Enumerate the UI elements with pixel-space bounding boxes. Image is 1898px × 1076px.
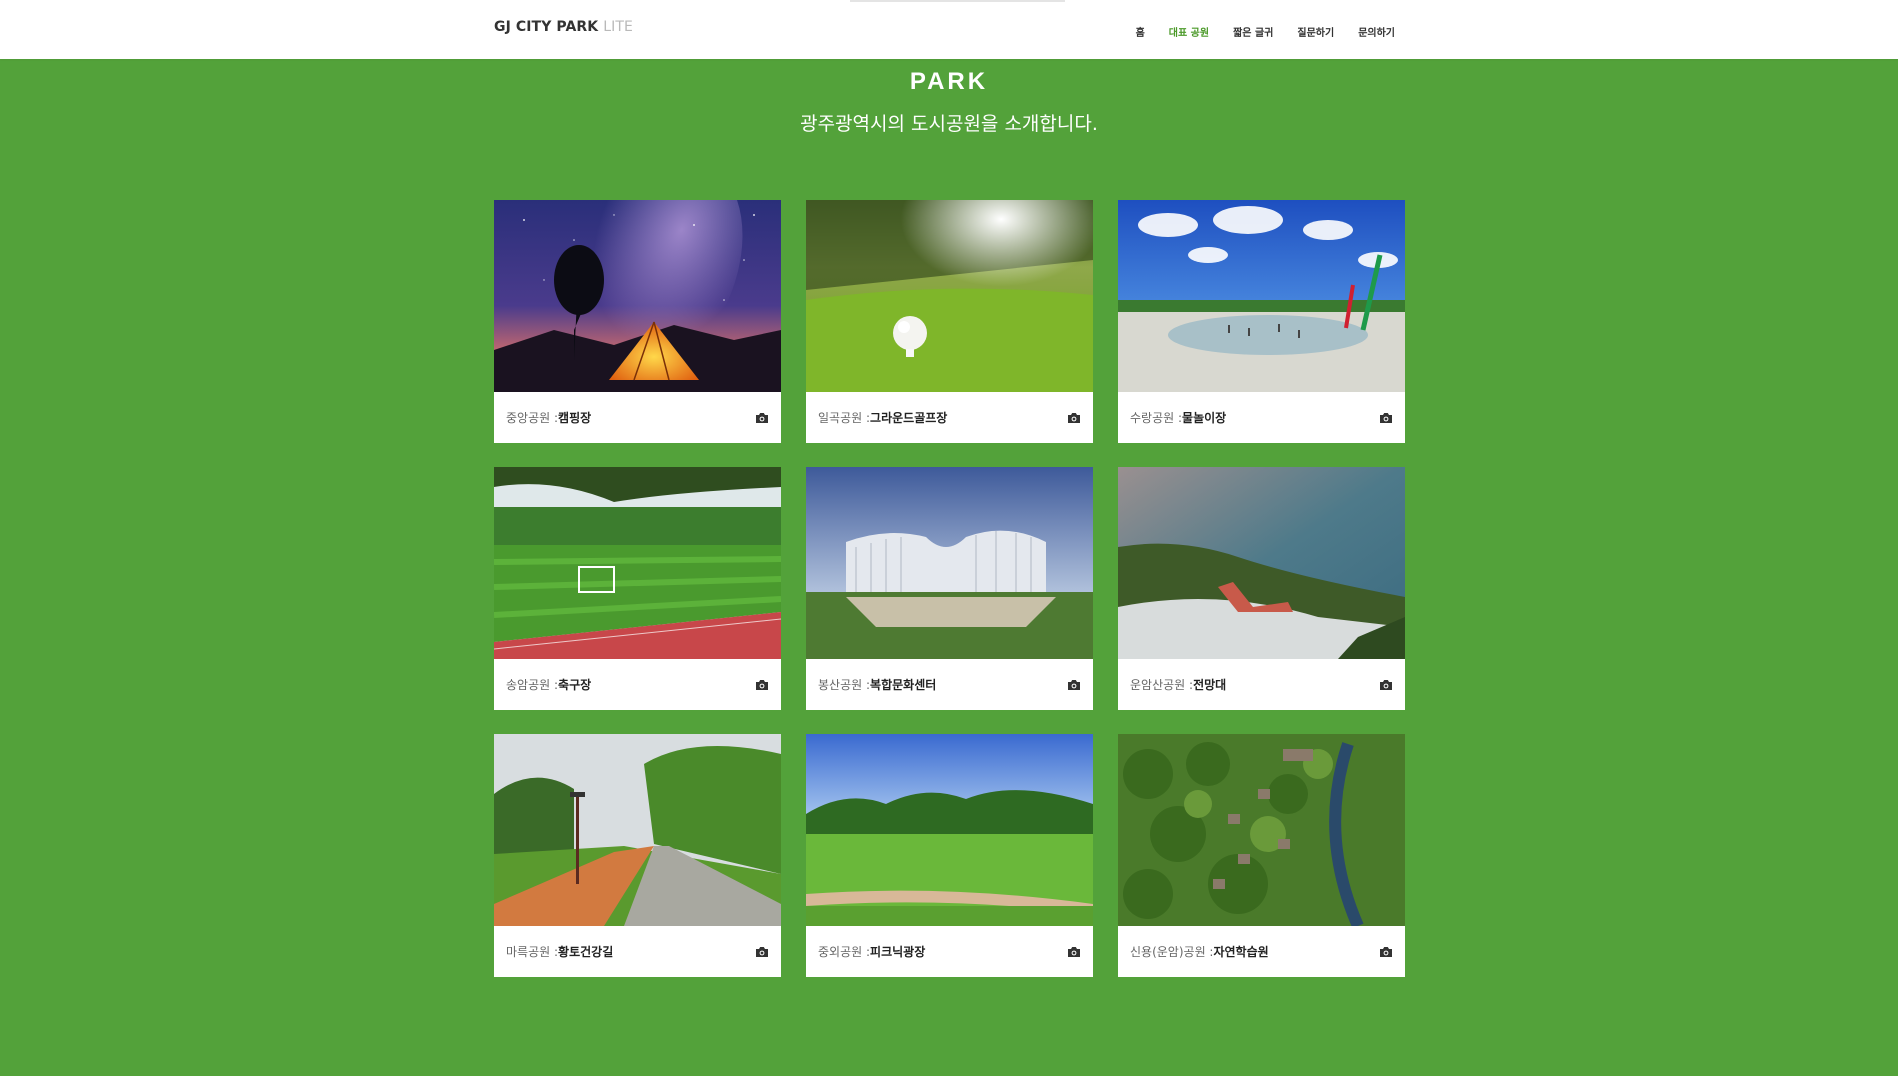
brand-name: GJ CITY PARK xyxy=(494,19,599,35)
park-photo-nature-learning[interactable] xyxy=(1118,734,1405,926)
facility-name: 황토건강길 xyxy=(558,945,614,959)
park-card-ground-golf[interactable]: 일곡공원 :그라운드골프장 xyxy=(806,200,1093,443)
facility-name: 캠핑장 xyxy=(558,411,592,425)
nav-questions[interactable]: 질문하기 xyxy=(1297,28,1334,39)
card-caption: 중외공원 :피크닉광장 xyxy=(806,926,1093,977)
facility-name: 자연학습원 xyxy=(1213,945,1269,959)
park-card-observatory[interactable]: 운암산공원 :전망대 xyxy=(1118,467,1405,710)
park-photo-picnic-lawn[interactable] xyxy=(806,734,1093,926)
park-card-culture-center[interactable]: 봉산공원 :복합문화센터 xyxy=(806,467,1093,710)
park-name: 운암산공원 : xyxy=(1130,678,1194,692)
park-photo-observatory[interactable] xyxy=(1118,467,1405,659)
card-caption: 송암공원 :축구장 xyxy=(494,659,781,710)
park-card-picnic-lawn[interactable]: 중외공원 :피크닉광장 xyxy=(806,734,1093,977)
card-caption: 봉산공원 :복합문화센터 xyxy=(806,659,1093,710)
park-photo-ground-golf[interactable] xyxy=(806,200,1093,392)
park-name: 신용(운암)공원 : xyxy=(1130,945,1214,959)
facility-name: 전망대 xyxy=(1193,678,1227,692)
park-name: 수랑공원 : xyxy=(1130,411,1183,425)
facility-name: 물놀이장 xyxy=(1182,411,1227,425)
site-logo[interactable]: GJ CITY PARK LITE xyxy=(494,19,633,35)
camera-icon[interactable] xyxy=(1379,946,1393,958)
nav-short-quotes[interactable]: 짧은 글귀 xyxy=(1233,28,1273,39)
card-caption: 일곡공원 :그라운드골프장 xyxy=(806,392,1093,443)
top-divider xyxy=(850,0,1065,2)
camera-icon[interactable] xyxy=(1379,412,1393,424)
camera-icon[interactable] xyxy=(755,679,769,691)
section-title: PARK xyxy=(909,68,989,95)
park-card-camping[interactable]: 중앙공원 :캠핑장 xyxy=(494,200,781,443)
park-photo-culture-center[interactable] xyxy=(806,467,1093,659)
park-gallery: 중앙공원 :캠핑장 일곡공원:그라운드골프장 수랑공원:물놀이장 송암공원 … xyxy=(494,200,1405,977)
park-card-soccer-field[interactable]: 송암공원 :축구장 xyxy=(494,467,781,710)
facility-name: 피크닉광장 xyxy=(870,945,926,959)
section-subtitle: 광주광역시의 도시공원을 소개합니다. xyxy=(800,113,1098,135)
camera-icon[interactable] xyxy=(1067,412,1081,424)
park-photo-water-play[interactable] xyxy=(1118,200,1405,392)
park-name: 일곡공원 : xyxy=(818,411,871,425)
nav-home[interactable]: 홈 xyxy=(1136,28,1145,39)
main-nav: 홈 대표 공원 짧은 글귀 질문하기 문의하기 xyxy=(1136,21,1395,40)
camera-icon[interactable] xyxy=(755,412,769,424)
camera-icon[interactable] xyxy=(1067,679,1081,691)
facility-name: 복합문화센터 xyxy=(870,678,937,692)
facility-name: 그라운드골프장 xyxy=(870,411,948,425)
brand-suffix: LITE xyxy=(603,19,633,35)
camera-icon[interactable] xyxy=(1379,679,1393,691)
park-name: 봉산공원 : xyxy=(818,678,871,692)
card-caption: 신용(운암)공원 :자연학습원 xyxy=(1118,926,1405,977)
camera-icon[interactable] xyxy=(755,946,769,958)
park-name: 중외공원 : xyxy=(818,945,871,959)
card-caption: 수랑공원 :물놀이장 xyxy=(1118,392,1405,443)
park-photo-soccer-field[interactable] xyxy=(494,467,781,659)
camera-icon[interactable] xyxy=(1067,946,1081,958)
card-caption: 중앙공원 :캠핑장 xyxy=(494,392,781,443)
park-name: 송암공원 : xyxy=(506,678,559,692)
park-photo-clay-path[interactable] xyxy=(494,734,781,926)
card-caption: 마륵공원 :황토건강길 xyxy=(494,926,781,977)
park-name: 마륵공원 : xyxy=(506,945,559,959)
nav-contact[interactable]: 문의하기 xyxy=(1358,28,1395,39)
card-caption: 운암산공원 :전망대 xyxy=(1118,659,1405,710)
facility-name: 축구장 xyxy=(558,678,592,692)
park-card-nature-learning[interactable]: 신용(운암)공원 :자연학습원 xyxy=(1118,734,1405,977)
park-card-clay-path[interactable]: 마륵공원 :황토건강길 xyxy=(494,734,781,977)
park-photo-camping[interactable] xyxy=(494,200,781,392)
park-name: 중앙공원 : xyxy=(506,411,559,425)
park-card-water-play[interactable]: 수랑공원 :물놀이장 xyxy=(1118,200,1405,443)
nav-featured-parks[interactable]: 대표 공원 xyxy=(1169,28,1209,39)
top-navbar: GJ CITY PARK LITE 홈 대표 공원 짧은 글귀 질문하기 문의하… xyxy=(0,0,1898,59)
